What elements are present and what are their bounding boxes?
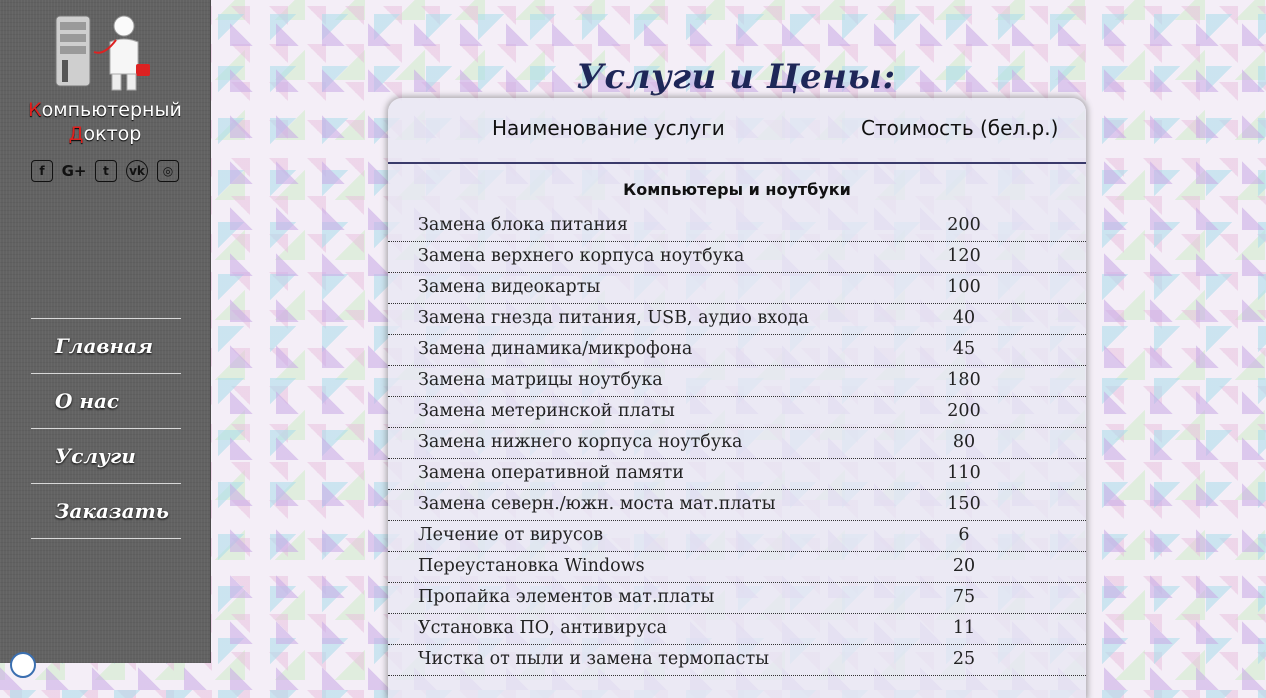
service-price: 45 xyxy=(952,339,976,359)
column-header-name: Наименование услуги xyxy=(492,116,725,140)
table-row: Установка ПО, антивируса 11 xyxy=(388,614,1086,645)
vk-icon[interactable]: vk xyxy=(126,160,148,182)
table-header: Наименование услуги Стоимость (бел.р.) xyxy=(388,98,1086,164)
nav-item-services[interactable]: Услуги xyxy=(31,428,181,483)
service-price: 80 xyxy=(952,432,976,452)
price-table: Наименование услуги Стоимость (бел.р.) К… xyxy=(388,98,1086,698)
nav-item-about[interactable]: О нас xyxy=(31,373,181,428)
chat-widget-icon[interactable] xyxy=(10,652,36,678)
nav-item-order[interactable]: Заказать xyxy=(31,483,181,539)
facebook-icon[interactable]: f xyxy=(31,160,53,182)
service-price: 200 xyxy=(947,215,981,235)
service-price: 100 xyxy=(947,277,981,297)
service-name: Замена верхнего корпуса ноутбука xyxy=(418,246,745,266)
section-heading: Компьютеры и ноутбуки xyxy=(623,180,851,199)
table-row: Замена оперативной памяти 110 xyxy=(388,459,1086,490)
service-name: Замена видеокарты xyxy=(418,277,601,297)
service-price: 150 xyxy=(947,494,981,514)
service-name: Замена матрицы ноутбука xyxy=(418,370,663,390)
sidebar: Компьютерный Доктор f G+ t vk ◎ Главная … xyxy=(0,0,211,678)
logo-title-line2[interactable]: Доктор xyxy=(0,122,210,146)
service-name: Пропайка элементов мат.платы xyxy=(418,587,715,607)
table-row: Замена матрицы ноутбука 180 xyxy=(388,366,1086,397)
table-row: Замена видеокарты 100 xyxy=(388,273,1086,304)
table-row: Замена блока питания 200 xyxy=(388,211,1086,242)
service-name: Замена метеринской платы xyxy=(418,401,675,421)
table-row: Замена нижнего корпуса ноутбука 80 xyxy=(388,428,1086,459)
logo-title-line1[interactable]: Компьютерный xyxy=(0,98,210,122)
service-price: 6 xyxy=(958,525,970,545)
instagram-icon[interactable]: ◎ xyxy=(157,160,179,182)
nav-item-home[interactable]: Главная xyxy=(31,318,181,373)
service-name: Лечение от вирусов xyxy=(418,525,604,545)
page-title: Услуги и Цены: xyxy=(576,56,896,97)
table-row: Чистка от пыли и замена термопасты 25 xyxy=(388,645,1086,676)
service-price: 11 xyxy=(952,618,976,638)
service-price: 40 xyxy=(952,308,976,328)
table-row: Замена гнезда питания, USB, аудио входа 4… xyxy=(388,304,1086,335)
table-row: Замена метеринской платы 200 xyxy=(388,397,1086,428)
service-name: Замена динамика/микрофона xyxy=(418,339,693,359)
table-row: Замена северн./южн. моста мат.платы 150 xyxy=(388,490,1086,521)
service-price: 120 xyxy=(947,246,981,266)
service-price: 110 xyxy=(947,463,981,483)
google-plus-icon[interactable]: G+ xyxy=(62,160,87,182)
service-name: Установка ПО, антивируса xyxy=(418,618,667,638)
service-price: 25 xyxy=(952,649,976,669)
service-name: Чистка от пыли и замена термопасты xyxy=(418,649,770,669)
computer-doctor-logo[interactable] xyxy=(54,12,154,94)
table-row: Замена верхнего корпуса ноутбука 120 xyxy=(388,242,1086,273)
table-row: Переустановка Windows 20 xyxy=(388,552,1086,583)
service-name: Замена оперативной памяти xyxy=(418,463,684,483)
service-price: 20 xyxy=(952,556,976,576)
service-price: 200 xyxy=(947,401,981,421)
table-row: Замена динамика/микрофона 45 xyxy=(388,335,1086,366)
service-name: Замена нижнего корпуса ноутбука xyxy=(418,432,743,452)
column-header-price: Стоимость (бел.р.) xyxy=(861,116,1059,140)
table-body: Замена блока питания 200 Замена верхнего к… xyxy=(388,211,1086,676)
main-nav: Главная О нас Услуги Заказать xyxy=(31,318,181,539)
twitter-icon[interactable]: t xyxy=(95,160,117,182)
service-price: 180 xyxy=(947,370,981,390)
table-row: Лечение от вирусов 6 xyxy=(388,521,1086,552)
service-name: Замена северн./южн. моста мат.платы xyxy=(418,494,776,514)
service-name: Переустановка Windows xyxy=(418,556,645,576)
table-row: Пропайка элементов мат.платы 75 xyxy=(388,583,1086,614)
service-price: 75 xyxy=(952,587,976,607)
service-name: Замена блока питания xyxy=(418,215,628,235)
service-name: Замена гнезда питания, USB, аудио входа xyxy=(418,308,809,328)
social-links: f G+ t vk ◎ xyxy=(31,160,179,182)
